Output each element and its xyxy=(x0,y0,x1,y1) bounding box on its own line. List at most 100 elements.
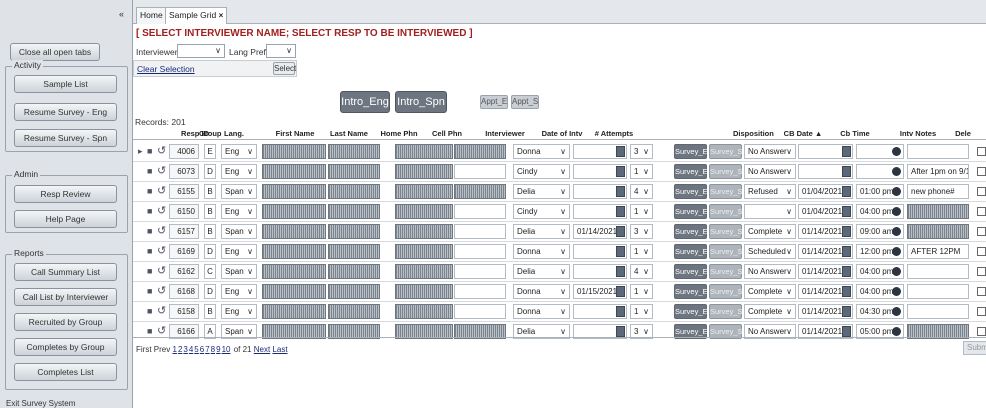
disposition-select[interactable]: Complete ∨ xyxy=(744,224,796,239)
calendar-icon[interactable] xyxy=(616,306,625,317)
lang-pref-select[interactable]: ∨ xyxy=(266,44,296,58)
cb-time-field[interactable]: 12:00 pm xyxy=(856,244,904,259)
submit-button[interactable]: Submit xyxy=(963,341,986,355)
column-header-interviewer[interactable]: Interviewer xyxy=(485,129,525,138)
table-row[interactable]: ■ ↺ 6168 D Eng ∨ Donna ∨ 01/15/2021 1 ∨ Survey_E Sur… xyxy=(133,281,986,302)
disposition-select[interactable]: Complete ∨ xyxy=(744,304,796,319)
calendar-icon[interactable] xyxy=(616,246,625,257)
calendar-icon[interactable] xyxy=(842,206,851,217)
call-phone-icon[interactable]: ↺ xyxy=(157,164,166,177)
table-row[interactable]: ■ ↺ 6073 D Eng ∨ Cindy ∨ 1 ∨ Survey_E Survey_S No An… xyxy=(133,161,986,182)
call-phone-icon[interactable]: ↺ xyxy=(157,304,166,317)
attempts-select[interactable]: 1 ∨ xyxy=(630,244,653,259)
calendar-icon[interactable] xyxy=(842,186,851,197)
delete-checkbox[interactable] xyxy=(977,147,986,156)
disposition-select[interactable]: Scheduled ∨ xyxy=(744,244,796,259)
page-link-5[interactable]: 5 xyxy=(194,345,198,354)
survey-s-button[interactable]: Survey_S xyxy=(709,184,743,199)
interviewer-select[interactable]: Cindy ∨ xyxy=(513,204,570,219)
calendar-icon[interactable] xyxy=(616,226,625,237)
column-header-dele[interactable]: Dele xyxy=(953,129,973,138)
column-header-group[interactable]: Group xyxy=(199,129,222,138)
record-icon[interactable]: ■ xyxy=(147,306,152,316)
survey-e-button[interactable]: Survey_E xyxy=(674,204,708,219)
record-icon[interactable]: ■ xyxy=(147,146,152,156)
lang-select[interactable]: Eng ∨ xyxy=(221,164,257,179)
record-icon[interactable]: ■ xyxy=(147,206,152,216)
notes-field[interactable]: After 1pm on 9/14-1 xyxy=(907,164,969,179)
close-all-tabs-button[interactable]: Close all open tabs xyxy=(10,43,100,61)
attempts-select[interactable]: 1 ∨ xyxy=(630,284,653,299)
disposition-select[interactable]: No Answer ∨ xyxy=(744,144,796,159)
page-link-1[interactable]: 1 xyxy=(172,345,176,354)
table-row[interactable]: ■ ↺ 6157 B Span ∨ Delia ∨ 01/14/2021 3 ∨ Survey_E Su… xyxy=(133,221,986,242)
call-phone-icon[interactable]: ↺ xyxy=(157,324,166,337)
delete-checkbox[interactable] xyxy=(977,207,986,216)
column-header-cell-phn[interactable]: Cell Phn xyxy=(427,129,467,138)
delete-checkbox[interactable] xyxy=(977,267,986,276)
column-header-first-name[interactable]: First Name xyxy=(273,129,317,138)
tab-sample-grid[interactable]: Sample Grid × xyxy=(165,7,228,24)
column-header-cb-time[interactable]: Cb Time xyxy=(835,129,875,138)
column-header-home-phn[interactable]: Home Phn xyxy=(379,129,419,138)
interviewer-select[interactable]: Delia ∨ xyxy=(513,264,570,279)
clock-icon[interactable] xyxy=(892,187,901,196)
survey-e-button[interactable]: Survey_E xyxy=(674,144,708,159)
record-icon[interactable]: ■ xyxy=(147,326,152,336)
cb-date-field[interactable] xyxy=(798,144,853,159)
survey-e-button[interactable]: Survey_E xyxy=(674,264,708,279)
table-row[interactable]: ■ ↺ 6155 B Span ∨ Delia ∨ 4 ∨ Survey_E Survey_S Refu… xyxy=(133,181,986,202)
calendar-icon[interactable] xyxy=(842,146,851,157)
record-icon[interactable]: ■ xyxy=(147,186,152,196)
clear-selection-link[interactable]: Clear Selection xyxy=(137,64,195,74)
survey-e-button[interactable]: Survey_E xyxy=(674,164,708,179)
call-phone-icon[interactable]: ↺ xyxy=(157,184,166,197)
interviewer-select[interactable]: Donna ∨ xyxy=(513,284,570,299)
table-row[interactable]: ■ ↺ 6150 B Eng ∨ Cindy ∨ 1 ∨ Survey_E Survey_S ∨ 01/0… xyxy=(133,201,986,222)
lang-select[interactable]: Span ∨ xyxy=(221,224,257,239)
call-phone-icon[interactable]: ↺ xyxy=(157,144,166,157)
date-of-interview-field[interactable] xyxy=(573,304,627,319)
record-icon[interactable]: ■ xyxy=(147,226,152,236)
page-link-6[interactable]: 6 xyxy=(200,345,204,354)
page-link-9[interactable]: 9 xyxy=(216,345,220,354)
survey-e-button[interactable]: Survey_E xyxy=(674,284,708,299)
date-of-interview-field[interactable]: 01/15/2021 xyxy=(573,284,627,299)
cb-time-field[interactable] xyxy=(856,144,904,159)
cb-time-field[interactable]: 04:00 pm xyxy=(856,204,904,219)
survey-s-button[interactable]: Survey_S xyxy=(709,264,743,279)
cb-date-field[interactable]: 01/04/2021 xyxy=(798,184,853,199)
delete-checkbox[interactable] xyxy=(977,247,986,256)
survey-s-button[interactable]: Survey_S xyxy=(709,204,743,219)
intro-spn-button[interactable]: Intro_Spn xyxy=(395,91,447,113)
interviewer-select[interactable]: Donna ∨ xyxy=(513,144,570,159)
record-icon[interactable]: ■ xyxy=(147,286,152,296)
appt-s-button[interactable]: Appt_S xyxy=(511,95,539,109)
lang-select[interactable]: Eng ∨ xyxy=(221,144,257,159)
column-header-attempts[interactable]: # Attempts xyxy=(593,129,635,138)
intro-eng-button[interactable]: Intro_Eng xyxy=(340,91,390,113)
delete-checkbox[interactable] xyxy=(977,167,986,176)
cb-time-field[interactable]: 04:00 pm xyxy=(856,264,904,279)
page-link-10[interactable]: 10 xyxy=(222,345,231,354)
delete-checkbox[interactable] xyxy=(977,187,986,196)
cb-time-field[interactable]: 09:00 am xyxy=(856,224,904,239)
date-of-interview-field[interactable] xyxy=(573,244,627,259)
calendar-icon[interactable] xyxy=(616,206,625,217)
lang-select[interactable]: Eng ∨ xyxy=(221,244,257,259)
clock-icon[interactable] xyxy=(892,207,901,216)
attempts-select[interactable]: 4 ∨ xyxy=(630,264,653,279)
date-of-interview-field[interactable] xyxy=(573,164,627,179)
date-of-interview-field[interactable] xyxy=(573,144,627,159)
notes-field[interactable] xyxy=(907,304,969,319)
survey-e-button[interactable]: Survey_E xyxy=(674,224,708,239)
page-link-2[interactable]: 2 xyxy=(178,345,182,354)
column-header-date-of-intv[interactable]: Date of Intv xyxy=(541,129,583,138)
interviewer-select[interactable]: ∨ xyxy=(177,44,225,58)
survey-s-button[interactable]: Survey_S xyxy=(709,164,743,179)
exit-survey-link[interactable]: Exit Survey System xyxy=(6,399,75,408)
clock-icon[interactable] xyxy=(892,227,901,236)
page-link-7[interactable]: 7 xyxy=(205,345,209,354)
cb-date-field[interactable]: 01/14/2021 xyxy=(798,304,853,319)
column-header-cb-date[interactable]: CB Date ▲ xyxy=(783,129,823,138)
